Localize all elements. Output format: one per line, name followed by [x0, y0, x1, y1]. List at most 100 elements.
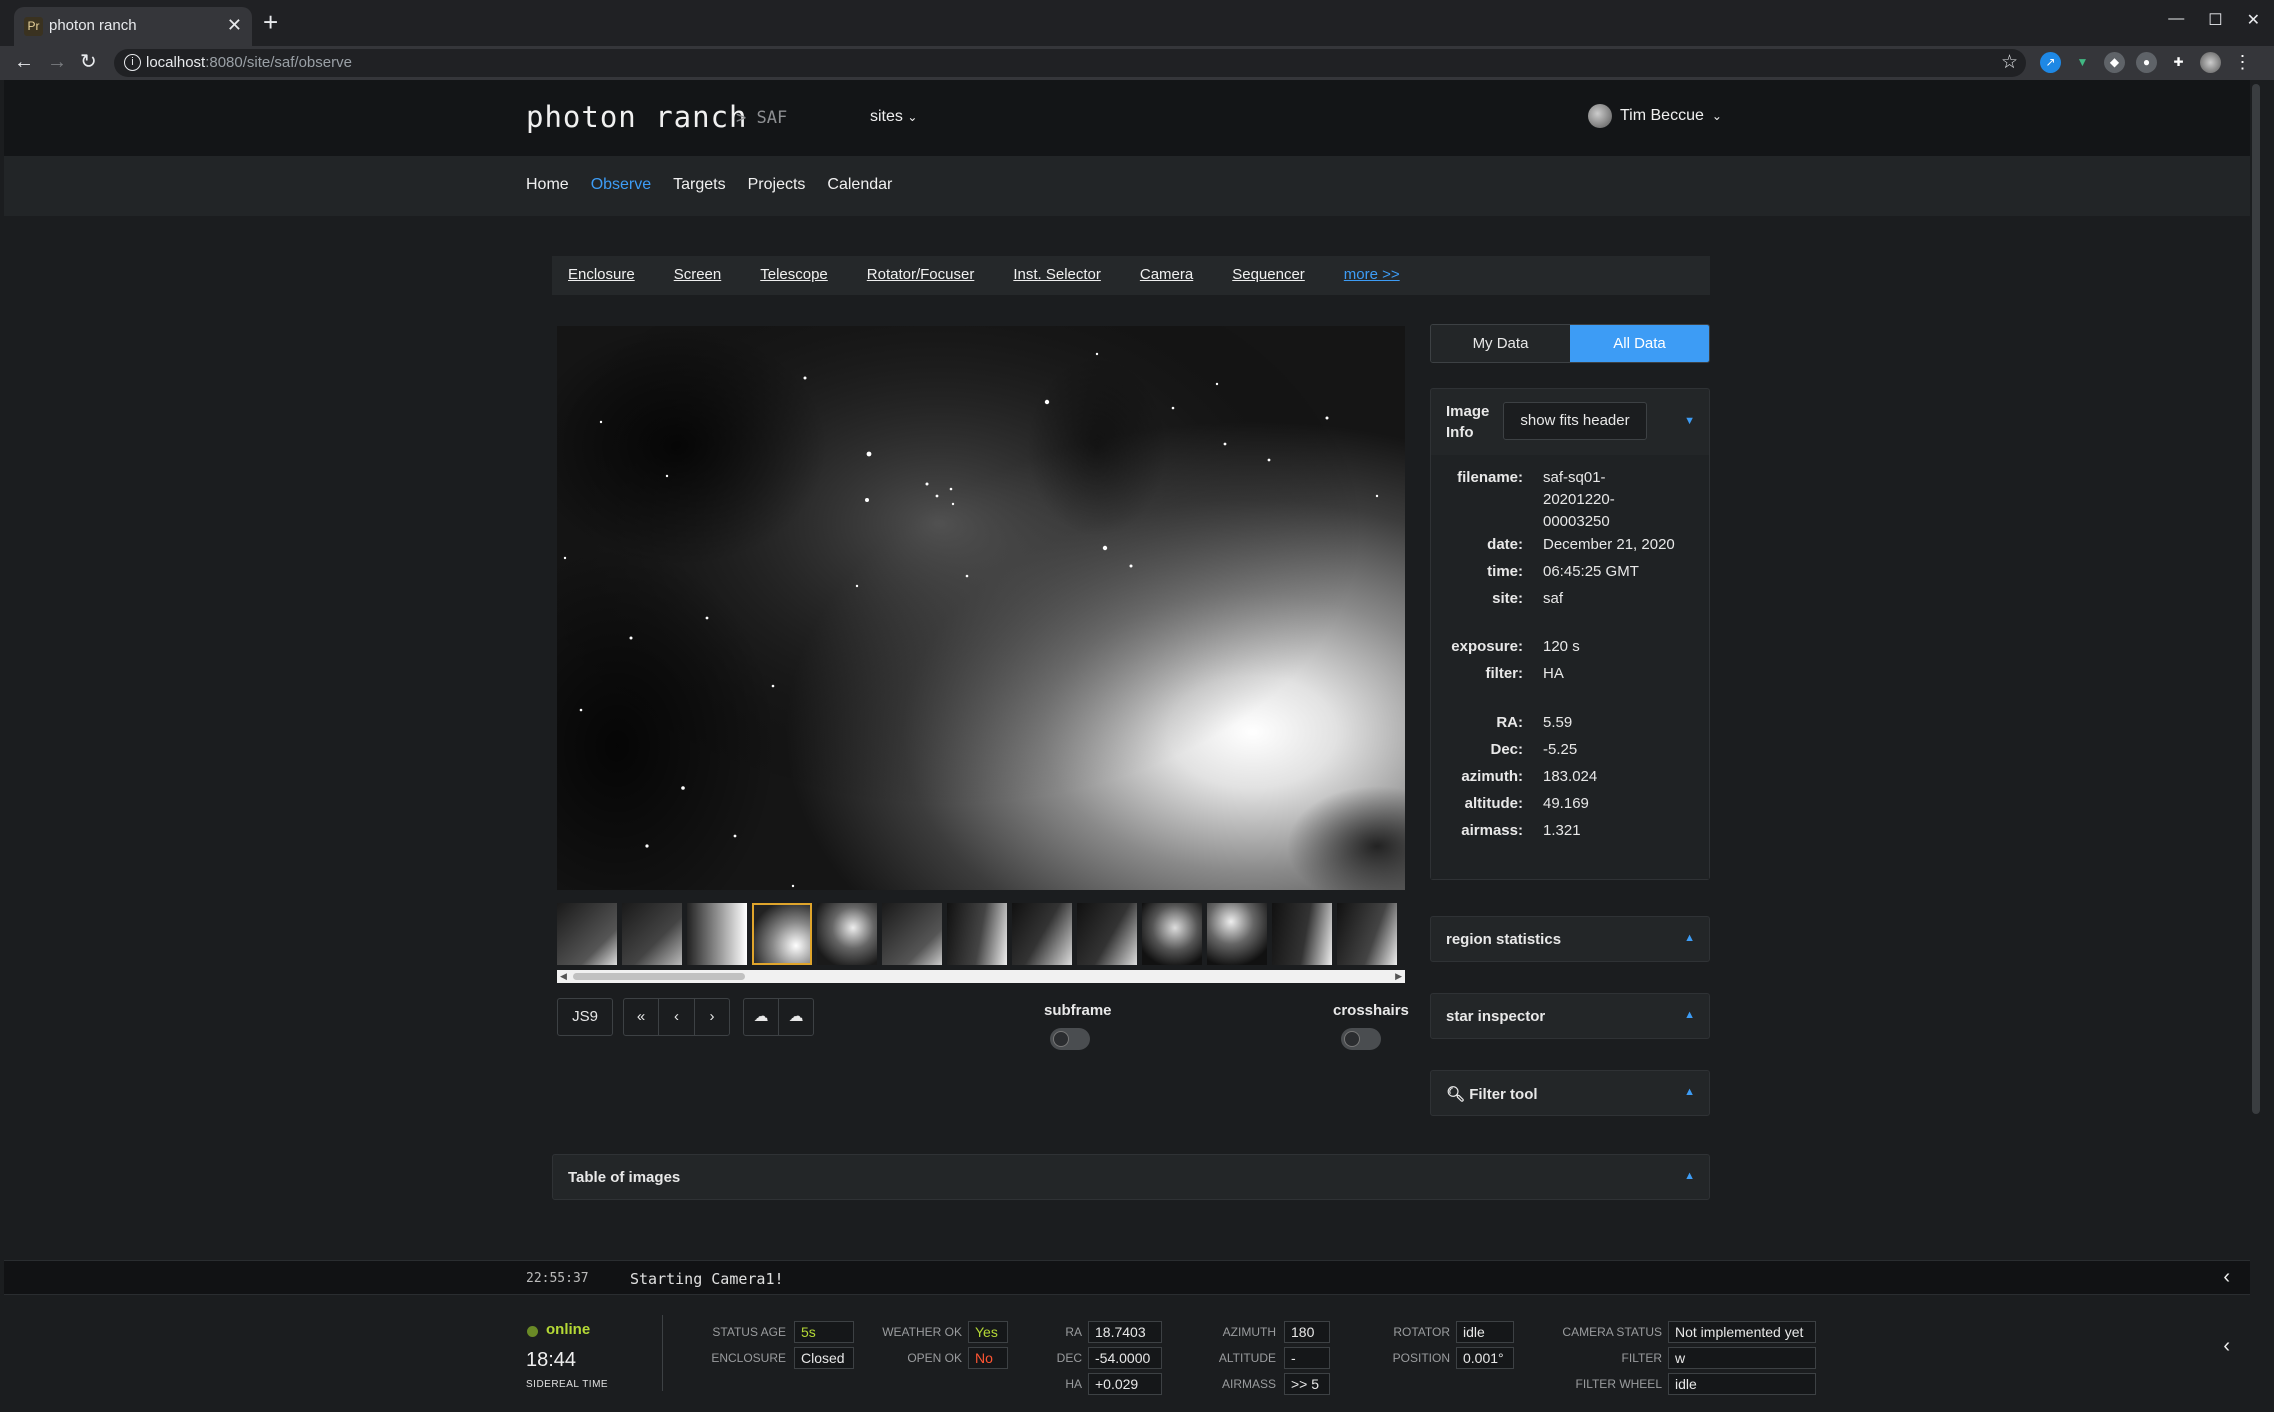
next-image-button[interactable]: › — [694, 998, 730, 1036]
upload-button[interactable]: ☁ — [743, 998, 779, 1036]
user-dropdown[interactable]: Tim Beccue ⌄ — [1588, 104, 1722, 128]
tab-close-icon[interactable]: ✕ — [227, 15, 242, 36]
tab-title: photon ranch — [49, 17, 137, 34]
window-controls: — ☐ ✕ — [2168, 10, 2260, 30]
ra-label: RA — [1065, 1325, 1082, 1339]
info-key: filter: — [1485, 665, 1524, 682]
thumbnail-selected[interactable] — [752, 903, 812, 965]
scrollbar-thumb[interactable] — [573, 973, 745, 980]
info-value: 06:45:25 GMT — [1543, 563, 1639, 580]
caret-up-icon[interactable]: ▲ — [1684, 932, 1695, 944]
vue-devtools-icon[interactable]: ▼ — [2072, 52, 2093, 73]
cloud-download-icon: ☁ — [788, 1008, 804, 1025]
first-image-button[interactable]: « — [623, 998, 659, 1036]
subnav-sequencer[interactable]: Sequencer — [1232, 266, 1305, 283]
thumbnail[interactable] — [947, 903, 1007, 965]
subframe-toggle[interactable] — [1050, 1028, 1090, 1050]
thumbnail[interactable] — [817, 903, 877, 965]
address-bar[interactable]: i localhost:8080/site/saf/observe ☆ — [114, 49, 2026, 77]
reload-icon[interactable]: ↻ — [80, 50, 97, 74]
thumbnail[interactable] — [1272, 903, 1332, 965]
chevron-left-icon: ‹ — [674, 1008, 679, 1025]
subnav-telescope[interactable]: Telescope — [760, 266, 828, 283]
shield-icon[interactable]: ◆ — [2104, 52, 2125, 73]
nav-item-projects[interactable]: Projects — [748, 176, 806, 194]
profile-avatar-icon[interactable] — [2200, 52, 2221, 73]
nav-item-home[interactable]: Home — [526, 176, 569, 194]
new-tab-icon[interactable]: + — [263, 9, 278, 35]
star-inspector-panel[interactable]: star inspector ▲ — [1430, 993, 1710, 1039]
url-text: localhost:8080/site/saf/observe — [146, 54, 352, 71]
sites-dropdown[interactable]: sites ⌄ — [870, 108, 917, 126]
bookmark-star-icon[interactable]: ☆ — [2001, 51, 2018, 74]
extension-icon[interactable]: ● — [2136, 52, 2157, 73]
logo[interactable]: photon ranch — [526, 100, 748, 134]
thumbnail[interactable] — [1012, 903, 1072, 965]
nav-item-observe[interactable]: Observe — [591, 176, 651, 194]
filter-tool-panel[interactable]: 🔍︎ Filter tool ▲ — [1430, 1070, 1710, 1116]
minimize-icon[interactable]: — — [2168, 10, 2184, 30]
subnav-enclosure[interactable]: Enclosure — [568, 266, 635, 283]
browser-tab[interactable]: Pr photon ranch ✕ — [14, 7, 252, 46]
subnav-rotator-focuser[interactable]: Rotator/Focuser — [867, 266, 975, 283]
my-data-button[interactable]: My Data — [1431, 325, 1570, 362]
menu-kebab-icon[interactable]: ⋮ — [2232, 52, 2253, 73]
online-status-icon — [527, 1326, 538, 1337]
dec-value: -54.0000 — [1088, 1347, 1162, 1369]
maximize-icon[interactable]: ☐ — [2208, 10, 2222, 30]
show-fits-header-button[interactable]: show fits header — [1503, 402, 1647, 440]
all-data-button[interactable]: All Data — [1570, 325, 1709, 362]
subnav-camera[interactable]: Camera — [1140, 266, 1193, 283]
table-of-images-panel[interactable]: Table of images ▲ — [552, 1154, 1710, 1200]
prev-image-button[interactable]: ‹ — [658, 998, 695, 1036]
thumbnail-strip[interactable] — [557, 903, 1405, 965]
rotator-label: ROTATOR — [1393, 1325, 1450, 1339]
chevron-left-icon[interactable]: ‹ — [2223, 1335, 2230, 1358]
thumbnail[interactable] — [882, 903, 942, 965]
thumbnail[interactable] — [1077, 903, 1137, 965]
filter-tool-title: 🔍︎ Filter tool — [1446, 1086, 1538, 1103]
thumbnail[interactable] — [1142, 903, 1202, 965]
double-chevron-left-icon: « — [636, 1008, 646, 1025]
js9-button[interactable]: JS9 — [557, 998, 613, 1036]
nav-item-calendar[interactable]: Calendar — [827, 176, 892, 194]
subnav-more-link[interactable]: more >> — [1344, 266, 1400, 283]
subnav-inst-selector[interactable]: Inst. Selector — [1013, 266, 1101, 283]
caret-up-icon[interactable]: ▲ — [1684, 1009, 1695, 1021]
thumbnail-scrollbar[interactable]: ◀ ▶ — [557, 970, 1405, 983]
site-info-icon[interactable]: i — [124, 54, 141, 71]
thumbnail[interactable] — [687, 903, 747, 965]
caret-up-icon[interactable]: ▲ — [1684, 1170, 1695, 1182]
page-scrollbar-thumb[interactable] — [2252, 84, 2260, 1114]
page-scrollbar[interactable] — [2250, 80, 2262, 1410]
chevron-left-icon[interactable]: ‹ — [2223, 1266, 2230, 1289]
download-button[interactable]: ☁ — [778, 998, 814, 1036]
forward-icon[interactable]: → — [47, 50, 67, 74]
back-icon[interactable]: ← — [14, 50, 34, 74]
region-statistics-panel[interactable]: region statistics ▲ — [1430, 916, 1710, 962]
azimuth-value: 180 — [1284, 1321, 1330, 1343]
open-ok-value: No — [968, 1347, 1008, 1369]
filter-wheel-label: FILTER WHEEL — [1575, 1377, 1662, 1391]
scroll-left-icon[interactable]: ◀ — [560, 970, 567, 983]
enclosure-value: Closed — [794, 1347, 854, 1369]
nav-item-targets[interactable]: Targets — [673, 176, 725, 194]
sidereal-time-label: SIDEREAL TIME — [526, 1379, 609, 1390]
dec-label: DEC — [1056, 1351, 1082, 1365]
crosshairs-toggle[interactable] — [1341, 1028, 1381, 1050]
caret-up-icon[interactable]: ▲ — [1684, 1086, 1695, 1098]
extension-icon[interactable]: ↗ — [2040, 52, 2061, 73]
scroll-right-icon[interactable]: ▶ — [1395, 970, 1402, 983]
info-key: RA: — [1496, 714, 1523, 731]
thumbnail[interactable] — [1207, 903, 1267, 965]
puzzle-icon[interactable]: ✚ — [2168, 52, 2189, 73]
subnav-screen[interactable]: Screen — [674, 266, 722, 283]
crosshairs-label: crosshairs — [1333, 1002, 1409, 1019]
thumbnail[interactable] — [622, 903, 682, 965]
thumbnail[interactable] — [557, 903, 617, 965]
site-header: photon ranch > SAF sites ⌄ Tim Beccue ⌄ — [4, 80, 2258, 156]
thumbnail[interactable] — [1337, 903, 1397, 965]
window-close-icon[interactable]: ✕ — [2247, 10, 2260, 30]
image-viewer[interactable] — [557, 326, 1405, 890]
caret-down-icon[interactable]: ▼ — [1684, 415, 1695, 427]
